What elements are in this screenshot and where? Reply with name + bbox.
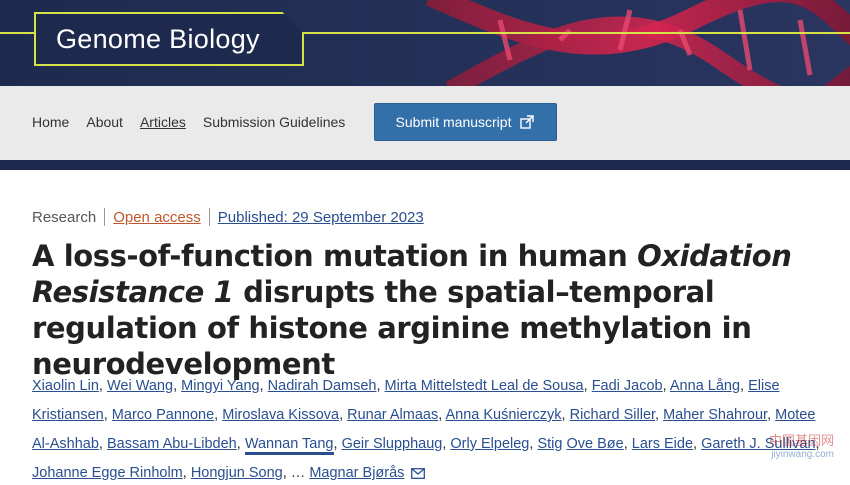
open-access-link[interactable]: Open access	[113, 209, 201, 226]
author-link[interactable]: Miroslava Kissova	[222, 407, 339, 423]
email-icon[interactable]	[411, 467, 426, 479]
submit-manuscript-label: Submit manuscript	[395, 114, 512, 130]
author-link[interactable]: Lars Eide	[632, 436, 693, 452]
article-type: Research	[32, 208, 97, 226]
author-link[interactable]: Fadi Jacob	[592, 378, 663, 394]
author-link[interactable]: Johanne Egge Rinholm	[32, 465, 183, 481]
author-link[interactable]: Mingyi Yang	[181, 378, 259, 394]
header-divider	[0, 160, 850, 170]
submit-manuscript-button[interactable]: Submit manuscript	[374, 103, 557, 141]
author-link[interactable]: Anna Kuśnierczyk	[445, 407, 561, 423]
author-link[interactable]: Geir Slupphaug	[342, 436, 443, 452]
nav-about[interactable]: About	[86, 114, 123, 130]
article-title: A loss-of-function mutation in human Oxi…	[32, 238, 832, 382]
article-meta: Research Open access Published: 29 Septe…	[32, 208, 424, 226]
author-link-corresponding[interactable]: Magnar Bjørås	[309, 465, 404, 481]
author-link[interactable]: Wei Wang	[107, 378, 173, 394]
site-banner: Genome Biology	[0, 0, 850, 86]
author-ellipsis: …	[290, 465, 306, 481]
author-link[interactable]: Marco Pannone	[112, 407, 214, 423]
divider	[208, 208, 210, 226]
external-link-icon	[520, 115, 535, 129]
author-link[interactable]: Richard Siller	[570, 407, 655, 423]
author-link[interactable]: Ove Bøe	[566, 436, 623, 452]
author-link[interactable]: Runar Almaas	[347, 407, 438, 423]
nav-home[interactable]: Home	[32, 114, 69, 130]
author-list: Xiaolin Lin, Wei Wang, Mingyi Yang, Nadi…	[32, 378, 820, 481]
author-link[interactable]: Stig	[537, 436, 562, 452]
dna-helix-image	[425, 0, 850, 86]
author-link[interactable]: Hongjun Song	[191, 465, 283, 481]
author-link[interactable]: Maher Shahrour	[663, 407, 767, 423]
watermark-logo: 中国基因网 jiyinwang.com	[769, 430, 834, 460]
author-link[interactable]: Nadirah Damseh	[268, 378, 377, 394]
author-link[interactable]: Mirta Mittelstedt Leal de Sousa	[385, 378, 584, 394]
author-link[interactable]: Anna Lång	[670, 378, 740, 394]
nav-bar: Home About Articles Submission Guideline…	[0, 86, 850, 160]
divider	[104, 208, 106, 226]
nav-links: Home About Articles Submission Guideline…	[32, 114, 345, 130]
author-link[interactable]: Bassam Abu-Libdeh	[107, 436, 237, 452]
author-link[interactable]: Xiaolin Lin	[32, 378, 99, 394]
title-part-1: A loss-of-function mutation in human	[32, 239, 638, 273]
nav-submission-guidelines[interactable]: Submission Guidelines	[203, 114, 345, 130]
author-link-hovered[interactable]: Wannan Tang	[244, 436, 334, 455]
journal-logo[interactable]: Genome Biology	[34, 12, 304, 66]
watermark-text: 中国基因网	[768, 433, 834, 448]
journal-name: Genome Biology	[56, 23, 260, 54]
watermark-url: jiyinwang.com	[771, 449, 834, 460]
published-date-link[interactable]: Published: 29 September 2023	[218, 209, 424, 226]
nav-articles[interactable]: Articles	[140, 114, 186, 130]
author-link[interactable]: Orly Elpeleg	[450, 436, 529, 452]
